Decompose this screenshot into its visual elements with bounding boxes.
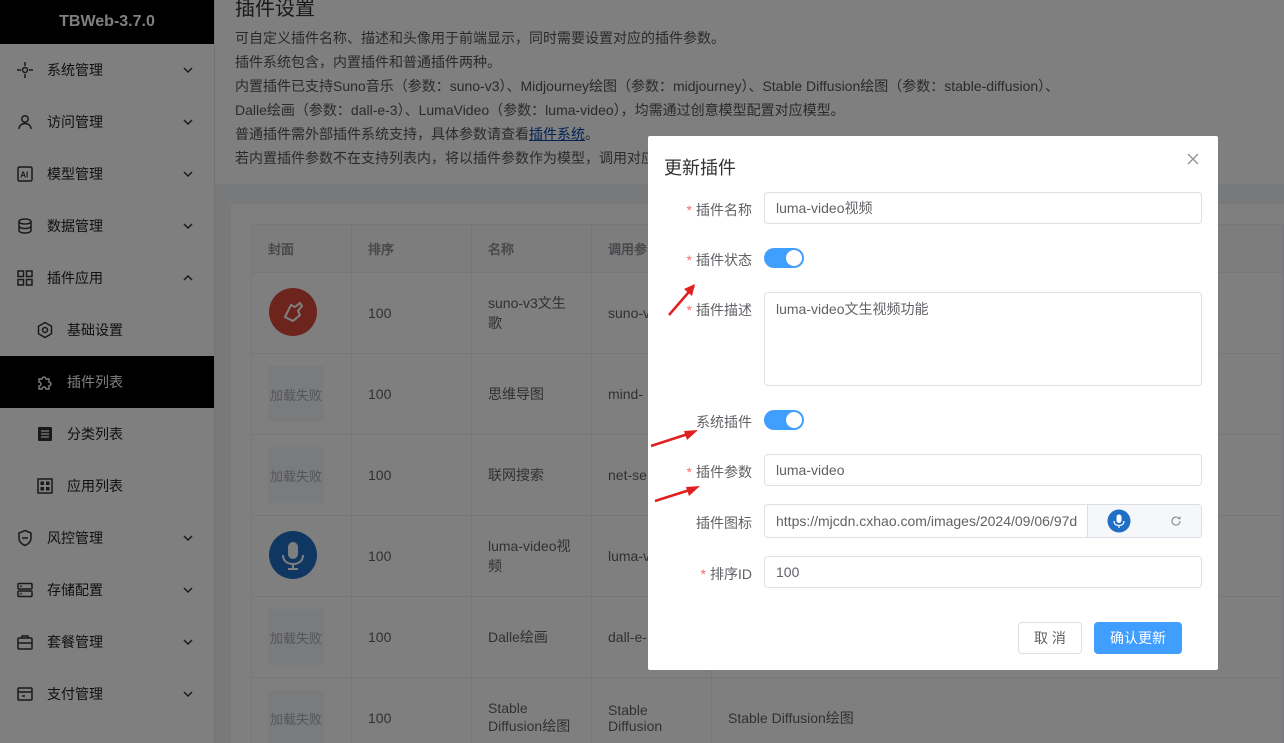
switch-knob	[786, 412, 802, 428]
field-label-text: 插件状态	[696, 252, 752, 268]
plugin-icon-input-group: https://mjcdn.cxhao.com/images/2024/09/0…	[764, 504, 1202, 538]
field-label-text: 插件名称	[696, 202, 752, 218]
annotation-arrow-icon	[654, 486, 700, 503]
dialog-title: 更新插件	[664, 158, 736, 178]
required-mark: *	[686, 252, 692, 268]
field-label-text: 插件描述	[696, 302, 752, 318]
plugin-param-input[interactable]: luma-video	[764, 454, 1202, 486]
annotation-arrow-icon	[650, 430, 698, 448]
required-mark: *	[686, 202, 692, 218]
field-label-text: 排序ID	[710, 566, 752, 582]
order-id-input[interactable]: 100	[764, 556, 1202, 588]
annotation-arrow-icon	[668, 284, 695, 316]
field-label: * 插件名称	[687, 200, 752, 220]
update-plugin-dialog: 更新插件 * 插件名称 luma-video视频 * 插件状态 * 插件描述 luma…	[648, 136, 1218, 670]
field-label-text: 插件参数	[696, 464, 752, 480]
microphone-preview-icon	[1107, 509, 1131, 533]
field-label: * 排序ID	[701, 564, 752, 584]
plugin-description-textarea[interactable]: luma-video文生视频功能	[764, 292, 1202, 386]
confirm-update-button[interactable]: 确认更新	[1094, 622, 1182, 654]
refresh-icon[interactable]	[1170, 515, 1182, 527]
field-label: 系统插件	[696, 414, 752, 430]
icon-input-append	[1087, 505, 1201, 537]
field-label: 插件图标	[696, 515, 752, 531]
plugin-status-switch[interactable]	[764, 248, 804, 268]
required-mark: *	[686, 464, 692, 480]
switch-knob	[786, 250, 802, 266]
required-mark: *	[700, 566, 706, 582]
field-label: * 插件状态	[687, 250, 752, 270]
system-plugin-switch[interactable]	[764, 410, 804, 430]
plugin-name-input[interactable]: luma-video视频	[764, 192, 1202, 224]
close-icon[interactable]	[1186, 152, 1200, 166]
cancel-button[interactable]: 取 消	[1018, 622, 1082, 654]
plugin-icon-url-input[interactable]: https://mjcdn.cxhao.com/images/2024/09/0…	[765, 505, 1087, 537]
field-label: * 插件参数	[687, 462, 752, 482]
